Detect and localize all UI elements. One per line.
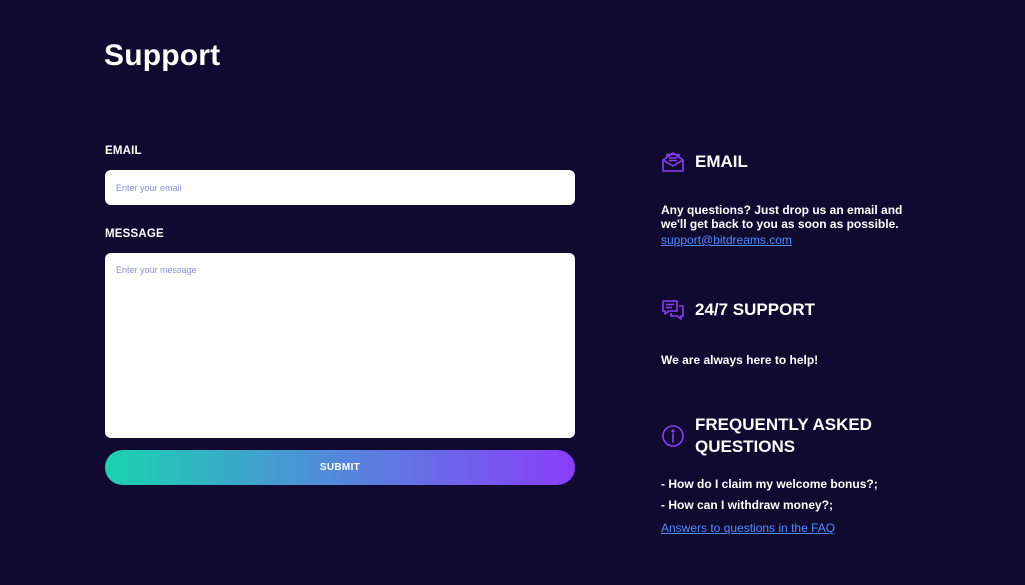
page-title: Support [104,39,221,72]
support-text: We are always here to help! [661,353,819,367]
email-contact-title: EMAIL [695,152,748,171]
email-label: EMAIL [105,145,142,157]
email-contact-block: EMAIL Any questions? Just drop us an ema… [661,150,961,249]
faq-item: - How can I withdraw money?; [661,498,834,512]
faq-title: FREQUENTLY ASKED QUESTIONS [695,415,872,456]
support-header: 24/7 SUPPORT [661,298,961,322]
email-contact-header: EMAIL [661,150,961,174]
faq-list: - How do I claim my welcome bonus?; - Ho… [661,477,961,512]
submit-button[interactable]: SUBMIT [105,450,575,485]
message-label: MESSAGE [105,228,164,240]
email-contact-text: Any questions? Just drop us an email and… [661,203,903,231]
info-circle-icon [661,424,685,448]
email-input[interactable] [105,170,575,205]
support-title: 24/7 SUPPORT [695,300,815,319]
faq-header: FREQUENTLY ASKED QUESTIONS [661,414,961,458]
faq-block: FREQUENTLY ASKED QUESTIONS - How do I cl… [661,414,961,537]
support-block: 24/7 SUPPORT We are always here to help! [661,298,961,367]
support-email-link[interactable]: support@bitdreams.com [661,233,792,247]
faq-item: - How do I claim my welcome bonus?; [661,477,878,491]
faq-link[interactable]: Answers to questions in the FAQ [661,521,835,535]
chat-bubbles-icon [661,298,685,322]
envelope-icon [661,150,685,174]
message-textarea[interactable] [105,253,575,438]
